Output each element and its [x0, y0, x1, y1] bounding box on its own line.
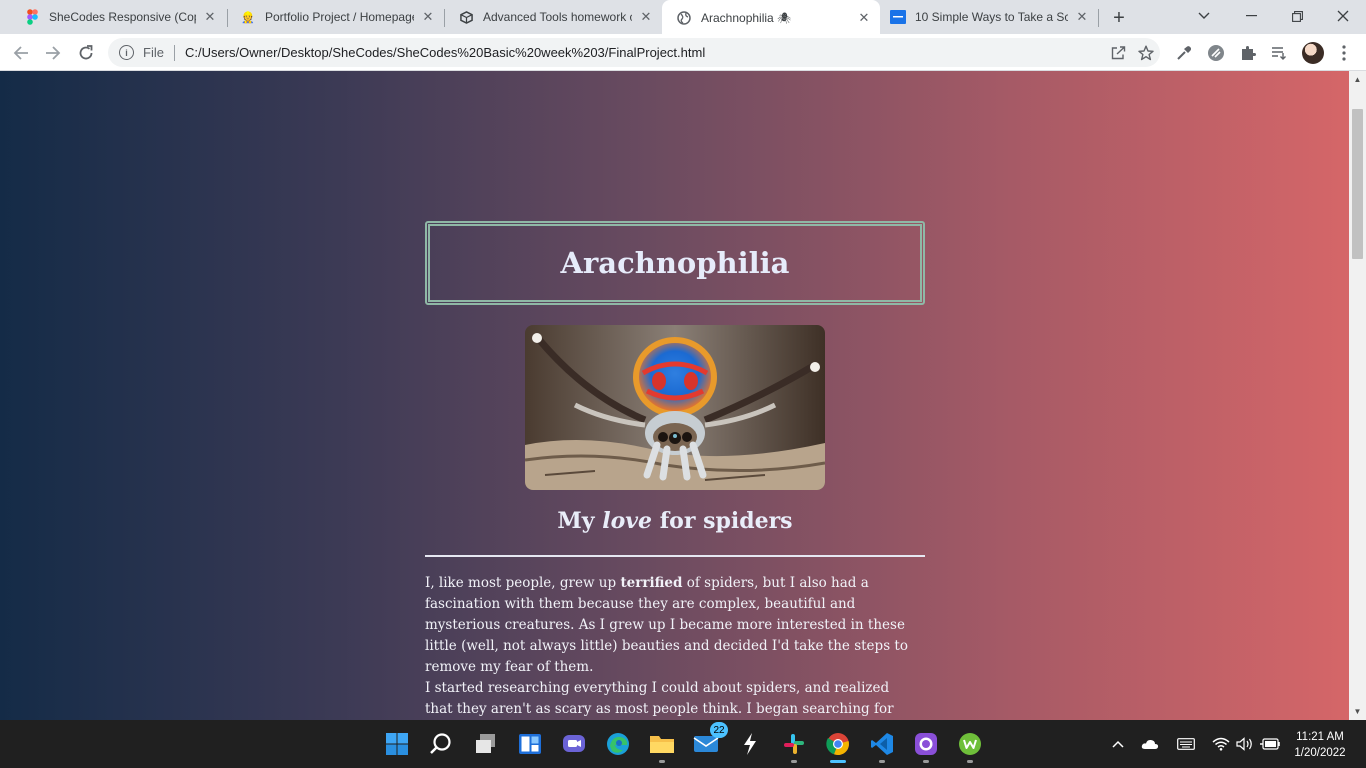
active-indicator: [830, 760, 846, 763]
tab-title: SheCodes Responsive (Copy): [49, 10, 196, 24]
scroll-down-arrow-icon[interactable]: ▼: [1349, 703, 1366, 720]
info-icon[interactable]: i: [119, 45, 134, 60]
close-icon[interactable]: ✕: [420, 9, 436, 25]
scroll-up-arrow-icon[interactable]: ▲: [1349, 71, 1366, 88]
globe-icon: [676, 10, 692, 26]
onedrive-cloud-icon[interactable]: [1140, 734, 1160, 754]
close-icon[interactable]: ✕: [856, 10, 872, 26]
profile-avatar[interactable]: [1302, 42, 1324, 64]
codesandbox-icon: [458, 9, 474, 25]
restore-button[interactable]: [1274, 0, 1320, 32]
tab-arachnophilia[interactable]: Arachnophilia 🕷 ✕: [662, 0, 880, 36]
subtitle: My love for spiders: [557, 508, 793, 534]
tab-title: Portfolio Project / Homepage: [265, 10, 414, 24]
chrome-icon[interactable]: [822, 728, 854, 763]
scheme-label: File: [143, 45, 164, 60]
tab-title: Advanced Tools homework c: [483, 10, 632, 24]
mail-icon[interactable]: 22: [690, 722, 728, 760]
address-bar[interactable]: i File C:/Users/Owner/Desktop/SheCodes/S…: [108, 38, 1160, 67]
emphasis-love: love: [602, 508, 653, 534]
system-clock[interactable]: 11:21 AM 1/20/2022: [1288, 729, 1352, 761]
menu-kebab-icon[interactable]: [1334, 43, 1354, 63]
bold-terrified: terrified: [620, 575, 683, 591]
search-icon[interactable]: [425, 728, 457, 760]
reading-list-icon[interactable]: [1269, 43, 1289, 63]
close-window-button[interactable]: [1320, 0, 1366, 32]
volume-icon[interactable]: [1235, 734, 1255, 754]
eyedropper-extension-icon[interactable]: [1174, 43, 1194, 63]
tab-shecodes-responsive[interactable]: SheCodes Responsive (Copy) ✕: [6, 0, 226, 34]
running-indicator: [879, 760, 885, 763]
new-tab-button[interactable]: +: [1106, 5, 1132, 31]
page-content: Arachnophilia My love for spiders I, lik…: [425, 221, 925, 720]
tab-strip: SheCodes Responsive (Copy) ✕ 👷 Portfolio…: [0, 0, 1366, 36]
share-icon[interactable]: [1104, 45, 1132, 60]
bolt-app-icon[interactable]: [734, 728, 766, 760]
wifi-icon[interactable]: [1211, 734, 1231, 754]
minimize-button[interactable]: [1228, 0, 1274, 32]
battery-icon[interactable]: [1259, 734, 1281, 754]
teams-chat-icon[interactable]: [558, 728, 590, 760]
page-viewport: Arachnophilia My love for spiders I, lik…: [0, 71, 1349, 720]
start-button[interactable]: [381, 728, 413, 760]
construction-worker-icon: 👷: [241, 11, 255, 24]
back-button[interactable]: [7, 39, 35, 67]
url-text[interactable]: C:/Users/Owner/Desktop/SheCodes/SheCodes…: [185, 45, 1104, 60]
tab-title: 10 Simple Ways to Take a Scr: [915, 10, 1068, 24]
windows-taskbar: 22 11:21 AM 1/20/2022: [0, 720, 1366, 768]
close-icon[interactable]: ✕: [202, 9, 218, 25]
tab-screenshot-article[interactable]: 10 Simple Ways to Take a Scr ✕: [880, 0, 1098, 34]
file-explorer-icon[interactable]: [646, 728, 678, 763]
task-view-icon[interactable]: [470, 728, 502, 760]
puzzle-icon[interactable]: [1238, 43, 1258, 63]
divider-line: [425, 555, 925, 557]
reload-button[interactable]: [72, 39, 100, 67]
divider: [173, 44, 175, 61]
slack-icon[interactable]: [778, 728, 810, 763]
close-icon[interactable]: ✕: [1074, 9, 1090, 25]
close-icon[interactable]: ✕: [638, 9, 654, 25]
vertical-scrollbar[interactable]: ▲ ▼: [1349, 71, 1366, 720]
figma-icon: [24, 9, 40, 25]
tab-advanced-tools[interactable]: Advanced Tools homework c ✕: [440, 0, 662, 34]
running-indicator: [659, 760, 665, 763]
edge-icon[interactable]: [602, 728, 634, 760]
mail-badge: 22: [710, 722, 728, 738]
vscode-icon[interactable]: [866, 728, 898, 763]
scroll-thumb[interactable]: [1352, 109, 1363, 259]
tab-search-button[interactable]: [1181, 0, 1227, 32]
upwork-w-icon[interactable]: [954, 728, 986, 763]
page-title: Arachnophilia: [560, 246, 790, 280]
show-hidden-icons-chevron-icon[interactable]: [1108, 734, 1128, 754]
paragraph-2: I started researching everything I could…: [425, 680, 894, 717]
keyboard-icon[interactable]: [1176, 734, 1196, 754]
widgets-icon[interactable]: [514, 728, 546, 760]
tab-title: Arachnophilia 🕷: [701, 11, 792, 25]
clock-date: 1/20/2022: [1294, 747, 1346, 759]
peacock-spider-image: [525, 325, 825, 490]
extension-circle-icon[interactable]: [1206, 43, 1226, 63]
running-indicator: [923, 760, 929, 763]
title-box: Arachnophilia: [425, 221, 925, 305]
browser-toolbar: i File C:/Users/Owner/Desktop/SheCodes/S…: [0, 34, 1366, 71]
clock-time: 11:21 AM: [1296, 731, 1344, 743]
running-indicator: [791, 760, 797, 763]
paragraph-1: I, like most people, grew up terrified o…: [425, 575, 908, 675]
github-desktop-icon[interactable]: [910, 728, 942, 763]
article-icon: [890, 9, 906, 25]
running-indicator: [967, 760, 973, 763]
tab-portfolio-project[interactable]: 👷 Portfolio Project / Homepage ✕: [222, 0, 444, 34]
tab-separator: [1098, 9, 1099, 27]
bookmark-star-icon[interactable]: [1132, 45, 1160, 61]
spider-emoji-icon: 🕷: [777, 13, 792, 25]
forward-button[interactable]: [39, 39, 67, 67]
